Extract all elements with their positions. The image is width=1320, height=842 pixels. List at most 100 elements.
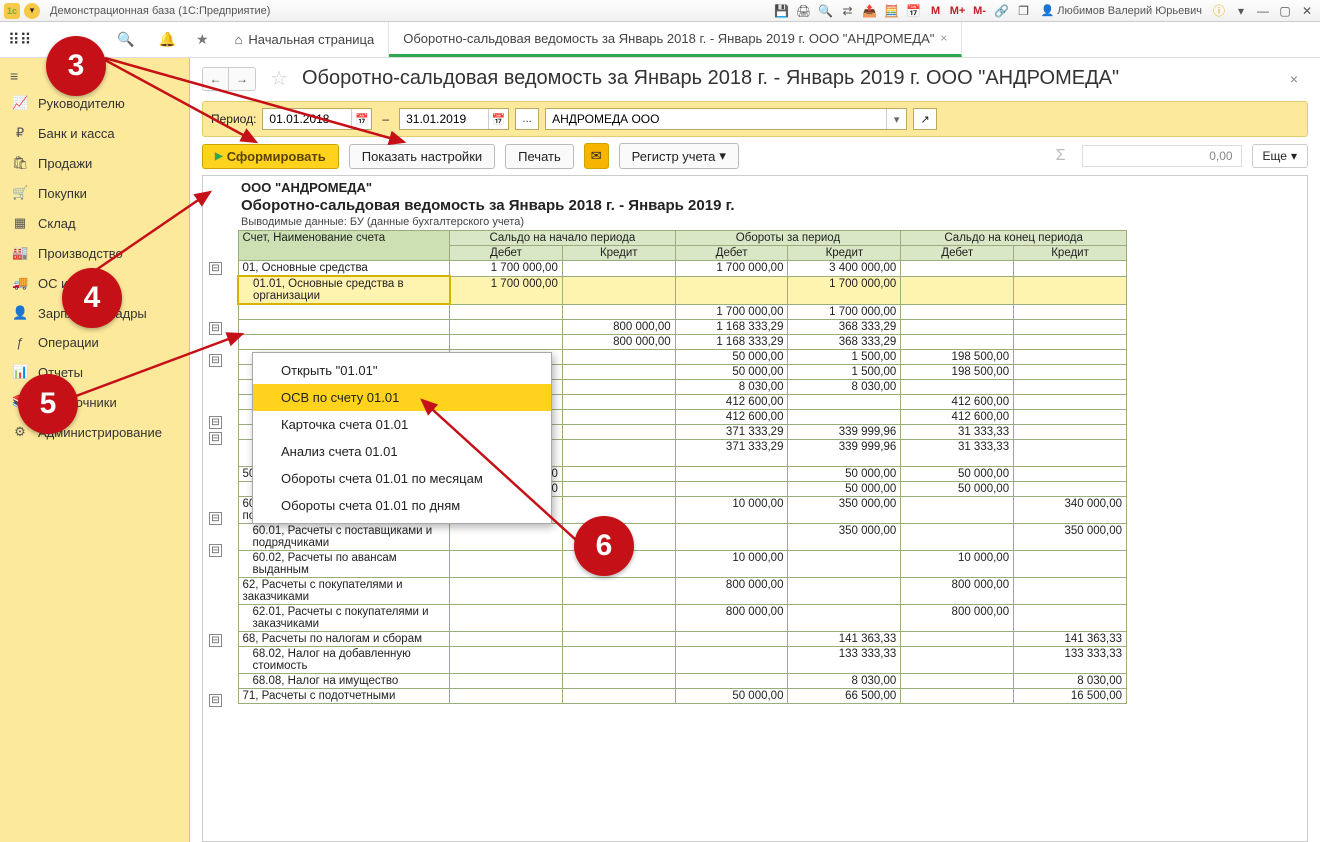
preview-icon[interactable]: 🔍 xyxy=(817,3,835,19)
org-open-button[interactable]: ↗ xyxy=(913,108,937,130)
context-menu-item[interactable]: Обороты счета 01.01 по месяцам xyxy=(253,465,551,492)
nav-back-icon[interactable]: ← xyxy=(203,68,229,90)
form-button[interactable]: ▶Сформировать xyxy=(202,144,339,169)
period-from-input[interactable] xyxy=(263,109,351,129)
calendar-to-icon[interactable]: 📅 xyxy=(488,109,508,129)
sidebar-item-4[interactable]: ▦Склад xyxy=(0,208,189,238)
tree-toggle-icon[interactable]: ⊟ xyxy=(209,262,222,275)
table-row[interactable]: 01, Основные средства1 700 000,001 700 0… xyxy=(238,261,1127,277)
col-end-debit: Дебет xyxy=(901,246,1014,261)
tree-toggle-icon[interactable]: ⊟ xyxy=(209,322,222,335)
maximize-icon[interactable]: ▢ xyxy=(1276,3,1294,19)
search-icon[interactable]: 🔍 xyxy=(111,31,140,48)
page-close-icon[interactable]: × xyxy=(1290,71,1298,87)
print-button[interactable]: Печать xyxy=(505,144,574,169)
sidebar-item-1[interactable]: ₽Банк и касса xyxy=(0,118,189,148)
callout-4: 4 xyxy=(62,268,122,328)
context-menu-item[interactable]: Обороты счета 01.01 по дням xyxy=(253,492,551,519)
sidebar-item-icon: 🛒 xyxy=(12,185,28,201)
star-top-icon[interactable]: ★ xyxy=(190,22,215,57)
tab-close-icon[interactable]: × xyxy=(940,31,947,45)
user-label[interactable]: 👤 Любимов Валерий Юрьевич xyxy=(1037,4,1206,17)
m-icon[interactable]: M xyxy=(927,3,945,19)
print-icon[interactable]: 🖨 xyxy=(795,3,813,19)
favorite-star-icon[interactable]: ☆ xyxy=(270,66,288,91)
tree-toggle-icon[interactable]: ⊟ xyxy=(209,694,222,707)
context-menu-item[interactable]: Анализ счета 01.01 xyxy=(253,438,551,465)
context-menu-item[interactable]: Карточка счета 01.01 xyxy=(253,411,551,438)
org-input[interactable] xyxy=(546,109,886,129)
m-minus-icon[interactable]: M- xyxy=(971,3,989,19)
more-button[interactable]: Еще ▾ xyxy=(1252,144,1308,168)
bell-icon[interactable]: 🔔 xyxy=(153,31,182,48)
org-wrap: ▾ xyxy=(545,108,907,130)
compare-icon[interactable]: ⇄ xyxy=(839,3,857,19)
window-icon[interactable]: ❐ xyxy=(1015,3,1033,19)
save-icon[interactable]: 💾 xyxy=(773,3,791,19)
tree-toggle-icon[interactable]: ⊟ xyxy=(209,432,222,445)
export-icon[interactable]: 📤 xyxy=(861,3,879,19)
tree-toggle-icon[interactable]: ⊟ xyxy=(209,544,222,557)
period-picker-button[interactable]: ... xyxy=(515,108,539,130)
register-button[interactable]: Регистр учета ▾ xyxy=(619,143,739,169)
apps-grid-icon[interactable]: ⠿⠿ xyxy=(8,30,31,50)
sidebar-item-8[interactable]: ƒОперации xyxy=(0,328,189,357)
sigma-icon[interactable]: Σ xyxy=(1050,147,1072,165)
col-turnover: Обороты за период xyxy=(675,231,901,246)
close-window-icon[interactable]: ✕ xyxy=(1298,3,1316,19)
settings-button[interactable]: Показать настройки xyxy=(349,144,495,169)
sidebar-item-icon: 🏭 xyxy=(12,245,28,261)
link-icon[interactable]: 🔗 xyxy=(993,3,1011,19)
table-row[interactable]: 800 000,001 168 333,29368 333,29 xyxy=(238,334,1127,349)
home-icon: ⌂ xyxy=(235,32,243,47)
table-row[interactable]: 01.01, Основные средства в организации1 … xyxy=(238,276,1127,304)
sidebar-item-3[interactable]: 🛒Покупки xyxy=(0,178,189,208)
toolbar: ▶Сформировать Показать настройки Печать … xyxy=(202,143,1308,169)
sidebar-item-icon: 🚚 xyxy=(12,275,28,291)
tree-toggle-icon[interactable]: ⊟ xyxy=(209,634,222,647)
tree-toggle-icon[interactable]: ⊟ xyxy=(209,512,222,525)
col-start-credit: Кредит xyxy=(562,246,675,261)
table-row[interactable]: 1 700 000,001 700 000,00 xyxy=(238,304,1127,319)
info-icon[interactable]: ⓘ xyxy=(1210,3,1228,19)
table-row[interactable]: 68, Расчеты по налогам и сборам141 363,3… xyxy=(238,631,1127,646)
table-row[interactable]: 62.01, Расчеты с покупателями и заказчик… xyxy=(238,604,1127,631)
chevron-down-icon: ▾ xyxy=(719,148,726,164)
minimize-icon[interactable]: — xyxy=(1254,3,1272,19)
tree-toggle-icon[interactable]: ⊟ xyxy=(209,416,222,429)
sidebar-item-5[interactable]: 🏭 Производство xyxy=(0,238,189,268)
table-row[interactable]: 60.02, Расчеты по авансам выданным10 000… xyxy=(238,550,1127,577)
m-plus-icon[interactable]: M+ xyxy=(949,3,967,19)
dropdown-icon[interactable]: ▾ xyxy=(1232,3,1250,19)
table-row[interactable]: 62, Расчеты с покупателями и заказчиками… xyxy=(238,577,1127,604)
sidebar-item-0[interactable]: 📈 Руководителю xyxy=(0,88,189,118)
table-row[interactable]: 68.08, Налог на имущество8 030,008 030,0… xyxy=(238,673,1127,688)
sidebar-item-label: Производство xyxy=(38,246,123,261)
tree-toggle-icon[interactable]: ⊟ xyxy=(209,354,222,367)
col-turn-debit: Дебет xyxy=(675,246,788,261)
calc-icon[interactable]: 🧮 xyxy=(883,3,901,19)
sidebar-item-label: Руководителю xyxy=(38,96,125,111)
org-dropdown-icon[interactable]: ▾ xyxy=(886,109,906,129)
period-label: Период: xyxy=(211,112,256,126)
sidebar: ≡ 📈Руководителю₽Банк и касса🛍Продажи🛒Пок… xyxy=(0,58,190,842)
table-row[interactable]: 68.02, Налог на добавленную стоимость133… xyxy=(238,646,1127,673)
context-menu-item[interactable]: ОСВ по счету 01.01 xyxy=(253,384,551,411)
sidebar-item-label: Склад xyxy=(38,216,76,231)
context-menu-item[interactable]: Открыть "01.01" xyxy=(253,357,551,384)
app-dropdown-icon[interactable]: ▾ xyxy=(24,3,40,19)
sidebar-item-icon: ₽ xyxy=(12,125,28,141)
sidebar-item-2[interactable]: 🛍Продажи xyxy=(0,148,189,178)
sum-box: 0,00 xyxy=(1082,145,1242,167)
calendar-from-icon[interactable]: 📅 xyxy=(351,109,371,129)
table-row[interactable]: 60.01, Расчеты с поставщиками и подрядчи… xyxy=(238,523,1127,550)
period-to-input[interactable] xyxy=(400,109,488,129)
table-row[interactable]: 800 000,001 168 333,29368 333,29 xyxy=(238,319,1127,334)
calendar-icon[interactable]: 📅 xyxy=(905,3,923,19)
tab-report[interactable]: Оборотно-сальдовая ведомость за Январь 2… xyxy=(389,22,962,57)
nav-forward-icon[interactable]: → xyxy=(229,68,255,90)
sidebar-item-icon: 📈 xyxy=(12,95,28,111)
table-row[interactable]: 71, Расчеты с подотчетными50 000,0066 50… xyxy=(238,688,1127,703)
tab-home[interactable]: ⌂ Начальная страница xyxy=(221,22,390,57)
mail-button[interactable]: ✉ xyxy=(584,143,609,169)
